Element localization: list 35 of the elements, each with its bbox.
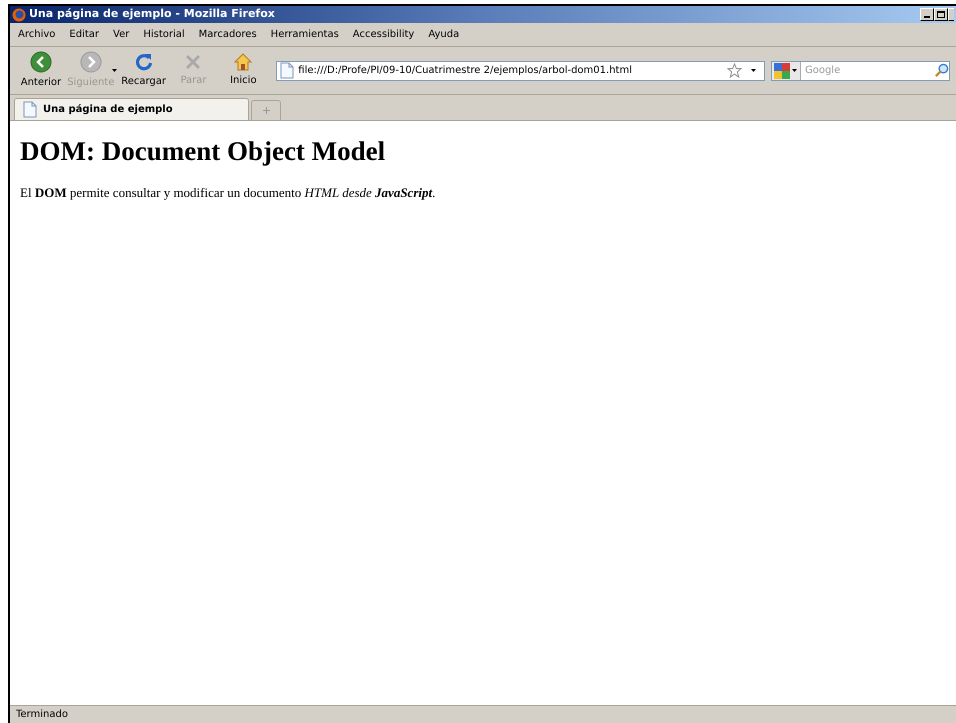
page-icon — [23, 101, 37, 118]
star-icon[interactable] — [726, 63, 742, 78]
address-field[interactable]: file:///D:/Profe/PI/09-10/Cuatrimestre 2/ejemplos/arbol-dom01.html — [276, 60, 765, 80]
menu-item[interactable]: Herramientas — [270, 27, 339, 42]
search-engine-icon[interactable] — [774, 62, 790, 78]
toolbar-button[interactable]: Anterior — [16, 51, 66, 90]
search-icon[interactable] — [934, 63, 949, 78]
dropdown-caret-icon[interactable] — [112, 69, 117, 72]
window-title: Una página de ejemplo - Mozilla Firefox — [29, 6, 275, 22]
menu-item[interactable]: Ver — [113, 27, 130, 42]
menu-item[interactable]: Editar — [69, 27, 99, 42]
menu-item[interactable]: Accessibility — [352, 27, 414, 42]
menu-item[interactable]: Archivo — [18, 27, 56, 42]
page-icon — [280, 62, 294, 79]
menu-item[interactable]: Historial — [143, 27, 185, 42]
page-heading: DOM: Document Object Model — [20, 135, 386, 168]
page-paragraph: El DOM permite consultar y modificar un documento HTML desde JavaScript. — [20, 184, 436, 202]
search-input: Google — [800, 63, 934, 78]
browser-tab[interactable]: Una página de ejemplo — [14, 98, 249, 120]
close-button[interactable] — [948, 8, 954, 21]
close-icon — [184, 53, 202, 71]
status-text: Terminado — [16, 708, 68, 722]
globe-icon — [12, 8, 26, 22]
dropdown-caret-icon[interactable] — [750, 69, 756, 72]
reload-icon — [134, 52, 154, 72]
toolbar-button[interactable]: Inicio — [218, 53, 268, 88]
search-field[interactable]: Google — [770, 60, 950, 80]
minimize-button[interactable] — [920, 8, 934, 21]
menu-item[interactable]: Ayuda — [428, 27, 460, 42]
toolbar-button[interactable]: Recargar — [118, 52, 169, 89]
maximize-button[interactable] — [934, 8, 948, 21]
menu-item[interactable]: Marcadores — [198, 27, 257, 42]
dropdown-caret-icon[interactable] — [792, 69, 797, 72]
house-icon — [234, 53, 252, 71]
plus-icon — [262, 107, 270, 114]
